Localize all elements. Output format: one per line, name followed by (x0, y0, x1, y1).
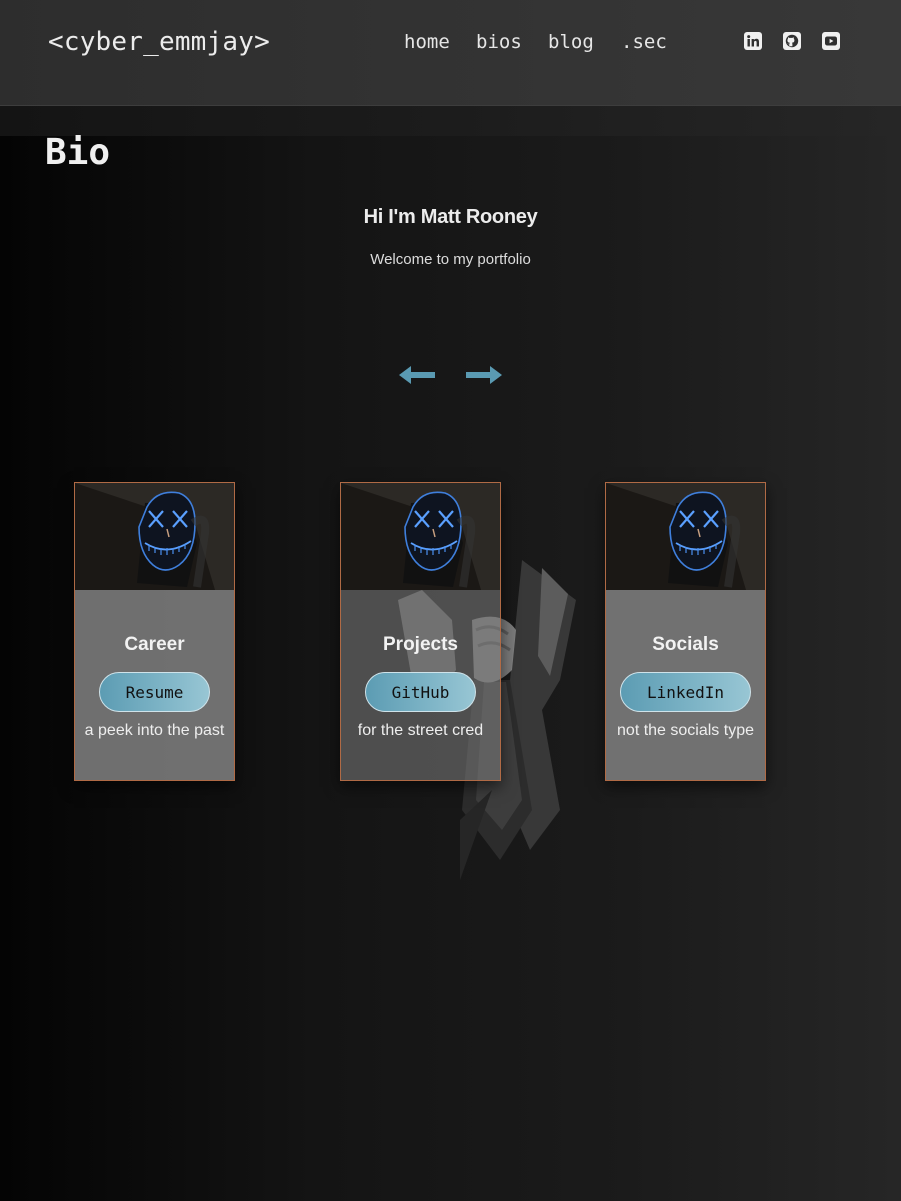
hero-heading: Hi I'm Matt Rooney (363, 206, 538, 228)
nav-link-bios[interactable]: bios (476, 31, 522, 53)
site-logo[interactable]: <cyber_emmjay> (48, 27, 270, 57)
hacker-mask-image (606, 483, 765, 590)
projects-card: Projects GitHub for the street cred (340, 482, 501, 781)
resume-button[interactable]: Resume (99, 672, 210, 712)
hacker-mask-image (75, 483, 234, 590)
arrow-left-icon[interactable] (397, 362, 437, 388)
linkedin-icon[interactable] (744, 32, 762, 50)
github-icon[interactable] (783, 32, 801, 50)
card-description: not the socials type (617, 722, 754, 739)
github-button[interactable]: GitHub (365, 672, 476, 712)
card-title: Socials (652, 634, 719, 655)
card-title: Projects (383, 634, 458, 655)
header-shadow-band (0, 106, 901, 136)
page-title: Bio (45, 132, 111, 173)
linkedin-button[interactable]: LinkedIn (620, 672, 751, 712)
socials-card: Socials LinkedIn not the socials type (605, 482, 766, 781)
nav-link-blog[interactable]: blog (548, 31, 594, 53)
arrow-right-icon[interactable] (464, 362, 504, 388)
card-description: a peek into the past (84, 722, 225, 739)
hacker-mask-image (341, 483, 500, 590)
card-description: for the street cred (357, 722, 484, 739)
card-title: Career (124, 634, 185, 655)
nav-link-home[interactable]: home (404, 31, 450, 53)
top-navbar: <cyber_emmjay> home bios blog .sec (0, 0, 901, 106)
hero-subheading: Welcome to my portfolio (370, 251, 531, 268)
career-card: Career Resume a peek into the past (74, 482, 235, 781)
youtube-icon[interactable] (822, 32, 840, 50)
nav-link-sec[interactable]: .sec (621, 31, 667, 53)
